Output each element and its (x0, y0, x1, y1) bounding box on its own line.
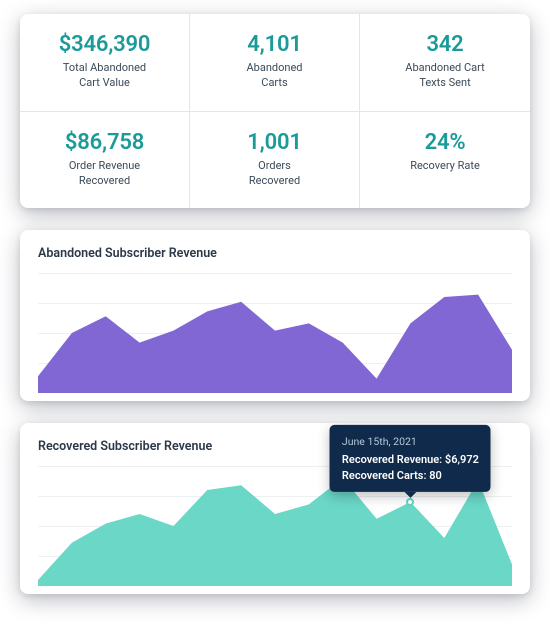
abandoned-chart-card: Abandoned Subscriber Revenue (20, 230, 530, 401)
metric-orders-recovered: 1,001 Orders Recovered (190, 112, 360, 209)
abandoned-chart[interactable] (38, 273, 512, 393)
chart-title: Abandoned Subscriber Revenue (38, 246, 512, 261)
metric-total-abandoned-value: $346,390 Total Abandoned Cart Value (20, 14, 190, 112)
metric-value: 1,001 (200, 130, 349, 155)
metric-label: Abandoned Carts (200, 61, 349, 91)
tooltip-line: Recovered Revenue: $6,972 (342, 452, 479, 468)
chart-hover-point-icon (406, 498, 414, 506)
metric-abandoned-carts: 4,101 Abandoned Carts (190, 14, 360, 112)
metrics-grid: $346,390 Total Abandoned Cart Value 4,10… (20, 14, 530, 208)
metric-label: Total Abandoned Cart Value (30, 61, 179, 91)
metric-label: Abandoned Cart Texts Sent (370, 61, 520, 91)
metric-revenue-recovered: $86,758 Order Revenue Recovered (20, 112, 190, 209)
recovered-chart-card: Recovered Subscriber Revenue June 15th, … (20, 423, 530, 594)
metric-label: Recovery Rate (370, 159, 520, 174)
metric-value: $86,758 (30, 130, 179, 155)
metric-value: 342 (370, 32, 520, 57)
metric-recovery-rate: 24% Recovery Rate (360, 112, 530, 209)
recovered-chart[interactable]: June 15th, 2021 Recovered Revenue: $6,97… (38, 466, 512, 586)
metric-texts-sent: 342 Abandoned Cart Texts Sent (360, 14, 530, 112)
tooltip-line: Recovered Carts: 80 (342, 467, 479, 483)
metric-value: $346,390 (30, 32, 179, 57)
chart-tooltip: June 15th, 2021 Recovered Revenue: $6,97… (330, 425, 491, 492)
metrics-card: $346,390 Total Abandoned Cart Value 4,10… (20, 14, 530, 208)
metric-value: 4,101 (200, 32, 349, 57)
tooltip-date: June 15th, 2021 (342, 434, 479, 449)
metric-label: Orders Recovered (200, 159, 349, 189)
metric-value: 24% (370, 130, 520, 155)
metric-label: Order Revenue Recovered (30, 159, 179, 189)
